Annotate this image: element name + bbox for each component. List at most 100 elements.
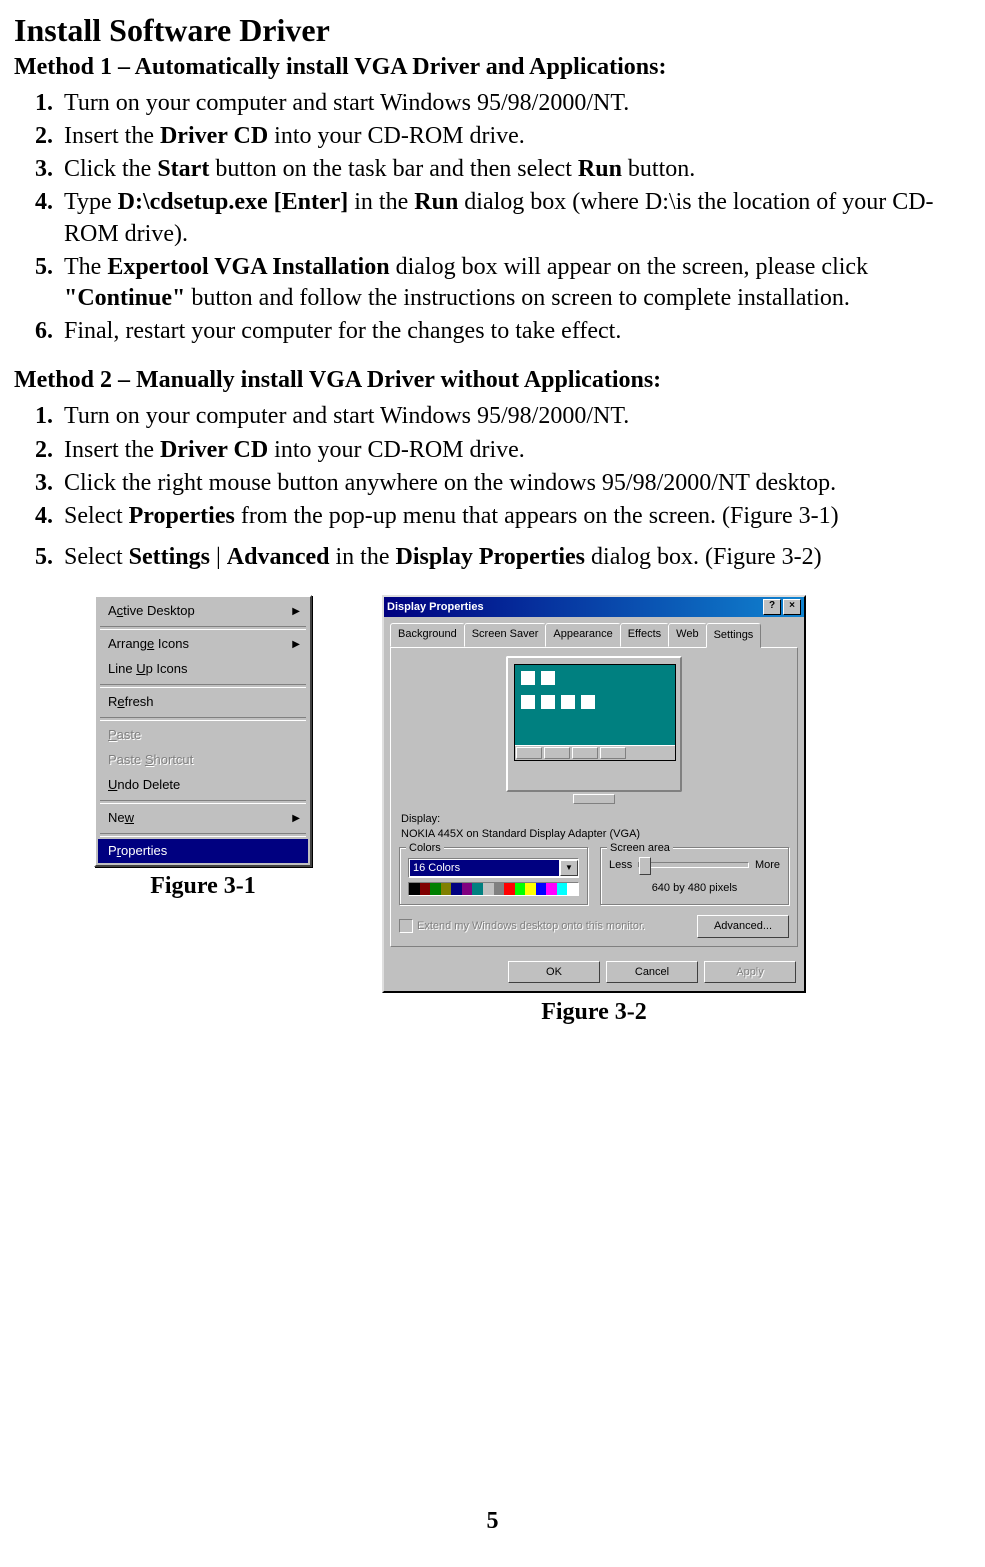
apply-button: Apply bbox=[704, 961, 796, 983]
tab-settings[interactable]: Settings bbox=[706, 623, 762, 647]
m2-step-5: Select Settings | Advanced in the Displa… bbox=[59, 542, 971, 573]
figures-row: Active Desktop ▶ Arrange Icons ▶ Line Up… bbox=[14, 595, 971, 1028]
tab-row: Background Screen Saver Appearance Effec… bbox=[384, 617, 804, 646]
text: hortcut bbox=[154, 752, 194, 767]
menu-separator bbox=[100, 800, 306, 804]
text: button. bbox=[622, 156, 695, 182]
screen-area-group: Screen area Less More 640 by 480 pixels bbox=[600, 847, 789, 905]
extend-checkbox bbox=[399, 919, 413, 933]
text: Expertool VGA Installation bbox=[107, 254, 389, 280]
method1-steps: Turn on your computer and start Windows … bbox=[14, 88, 971, 348]
slider-thumb[interactable] bbox=[639, 857, 651, 875]
text: Run bbox=[578, 156, 622, 182]
text: w bbox=[125, 810, 134, 825]
text: Turn on your computer and start Windows … bbox=[64, 90, 629, 116]
m1-step-2: Insert the Driver CD into your CD-ROM dr… bbox=[59, 121, 971, 152]
text: into your CD-ROM drive. bbox=[268, 437, 525, 463]
screen-area-value: 640 by 480 pixels bbox=[609, 881, 780, 895]
menu-item-properties[interactable]: Properties bbox=[98, 839, 308, 864]
text: P bbox=[108, 843, 117, 858]
tab-effects[interactable]: Effects bbox=[620, 623, 669, 646]
m1-step-3: Click the Start button on the task bar a… bbox=[59, 154, 971, 185]
menu-separator bbox=[100, 684, 306, 688]
slider-less-label: Less bbox=[609, 858, 632, 872]
menu-item-active-desktop[interactable]: Active Desktop ▶ bbox=[98, 599, 308, 624]
options-row: Colors 16 Colors ▼ Screen bbox=[399, 847, 789, 905]
text: R bbox=[108, 694, 117, 709]
monitor-stand bbox=[573, 794, 615, 804]
text: | bbox=[210, 544, 227, 570]
text: fresh bbox=[125, 694, 154, 709]
desktop-icon bbox=[561, 695, 575, 709]
screen-area-slider[interactable] bbox=[638, 862, 749, 868]
tab-appearance[interactable]: Appearance bbox=[545, 623, 620, 646]
text: Arrang bbox=[108, 636, 147, 651]
text: Driver CD bbox=[160, 123, 268, 149]
menu-item-line-up-icons[interactable]: Line Up Icons bbox=[98, 657, 308, 682]
text: aste bbox=[117, 727, 142, 742]
m2-step-1: Turn on your computer and start Windows … bbox=[59, 401, 971, 432]
text: in the bbox=[329, 544, 395, 570]
colors-group: Colors 16 Colors ▼ bbox=[399, 847, 588, 905]
menu-separator bbox=[100, 833, 306, 837]
text: button on the task bar and then select bbox=[209, 156, 578, 182]
text: dialog box will appear on the screen, pl… bbox=[390, 254, 869, 280]
figure-1-caption: Figure 3-1 bbox=[150, 871, 256, 902]
method1-heading: Method 1 – Automatically install VGA Dri… bbox=[14, 52, 971, 83]
display-value: NOKIA 445X on Standard Display Adapter (… bbox=[401, 827, 789, 841]
cancel-button[interactable]: Cancel bbox=[606, 961, 698, 983]
text: Paste bbox=[108, 752, 145, 767]
color-bar bbox=[408, 882, 579, 896]
m1-step-6: Final, restart your computer for the cha… bbox=[59, 316, 971, 347]
ok-button[interactable]: OK bbox=[508, 961, 600, 983]
tab-web[interactable]: Web bbox=[668, 623, 706, 646]
help-button[interactable]: ? bbox=[763, 599, 781, 615]
taskbar-preview bbox=[515, 745, 675, 760]
text: U bbox=[108, 777, 117, 792]
extend-row: Extend my Windows desktop onto this moni… bbox=[399, 915, 789, 937]
monitor-preview bbox=[399, 656, 789, 804]
taskbar-button bbox=[544, 747, 570, 759]
text: D:\cdsetup.exe [Enter] bbox=[118, 189, 349, 215]
colors-dropdown[interactable]: 16 Colors ▼ bbox=[408, 858, 579, 878]
submenu-arrow-icon: ▶ bbox=[292, 812, 300, 825]
menu-item-undo-delete[interactable]: Undo Delete bbox=[98, 773, 308, 798]
taskbar-button bbox=[572, 747, 598, 759]
text: Ne bbox=[108, 810, 125, 825]
colors-title: Colors bbox=[406, 841, 444, 855]
text: Turn on your computer and start Windows … bbox=[64, 403, 629, 429]
tab-screensaver[interactable]: Screen Saver bbox=[464, 623, 547, 646]
close-button[interactable]: × bbox=[783, 599, 801, 615]
page-title: Install Software Driver bbox=[14, 10, 971, 52]
slider-more-label: More bbox=[755, 858, 780, 872]
text: Click the bbox=[64, 156, 157, 182]
colors-value: 16 Colors bbox=[410, 860, 559, 876]
advanced-button[interactable]: Advanced... bbox=[697, 915, 789, 937]
text: p Icons bbox=[146, 661, 188, 676]
menu-item-refresh[interactable]: Refresh bbox=[98, 690, 308, 715]
dropdown-arrow-icon[interactable]: ▼ bbox=[560, 860, 578, 876]
menu-item-arrange-icons[interactable]: Arrange Icons ▶ bbox=[98, 632, 308, 657]
menu-item-new[interactable]: New ▶ bbox=[98, 806, 308, 831]
desktop-icon bbox=[521, 695, 535, 709]
menu-separator bbox=[100, 717, 306, 721]
text: Icons bbox=[154, 636, 189, 651]
text: Insert the bbox=[64, 123, 160, 149]
desktop-icon bbox=[541, 671, 555, 685]
tab-panel-settings: Display: NOKIA 445X on Standard Display … bbox=[390, 647, 798, 947]
method2-steps: Turn on your computer and start Windows … bbox=[14, 401, 971, 573]
tab-background[interactable]: Background bbox=[390, 623, 465, 646]
desktop-icon bbox=[581, 695, 595, 709]
menu-separator bbox=[100, 626, 306, 630]
text: in the bbox=[348, 189, 414, 215]
display-label: Display: bbox=[401, 812, 789, 826]
text: P bbox=[108, 727, 117, 742]
text: dialog box. (Figure 3-2) bbox=[585, 544, 822, 570]
m1-step-5: The Expertool VGA Installation dialog bo… bbox=[59, 252, 971, 314]
dialog-titlebar[interactable]: Display Properties ? × bbox=[384, 597, 804, 617]
desktop-icon bbox=[521, 671, 535, 685]
text: tive Desktop bbox=[123, 603, 195, 618]
taskbar-button bbox=[516, 747, 542, 759]
text: "Continue" bbox=[64, 285, 185, 311]
text: Final, restart your computer for the cha… bbox=[64, 318, 621, 344]
